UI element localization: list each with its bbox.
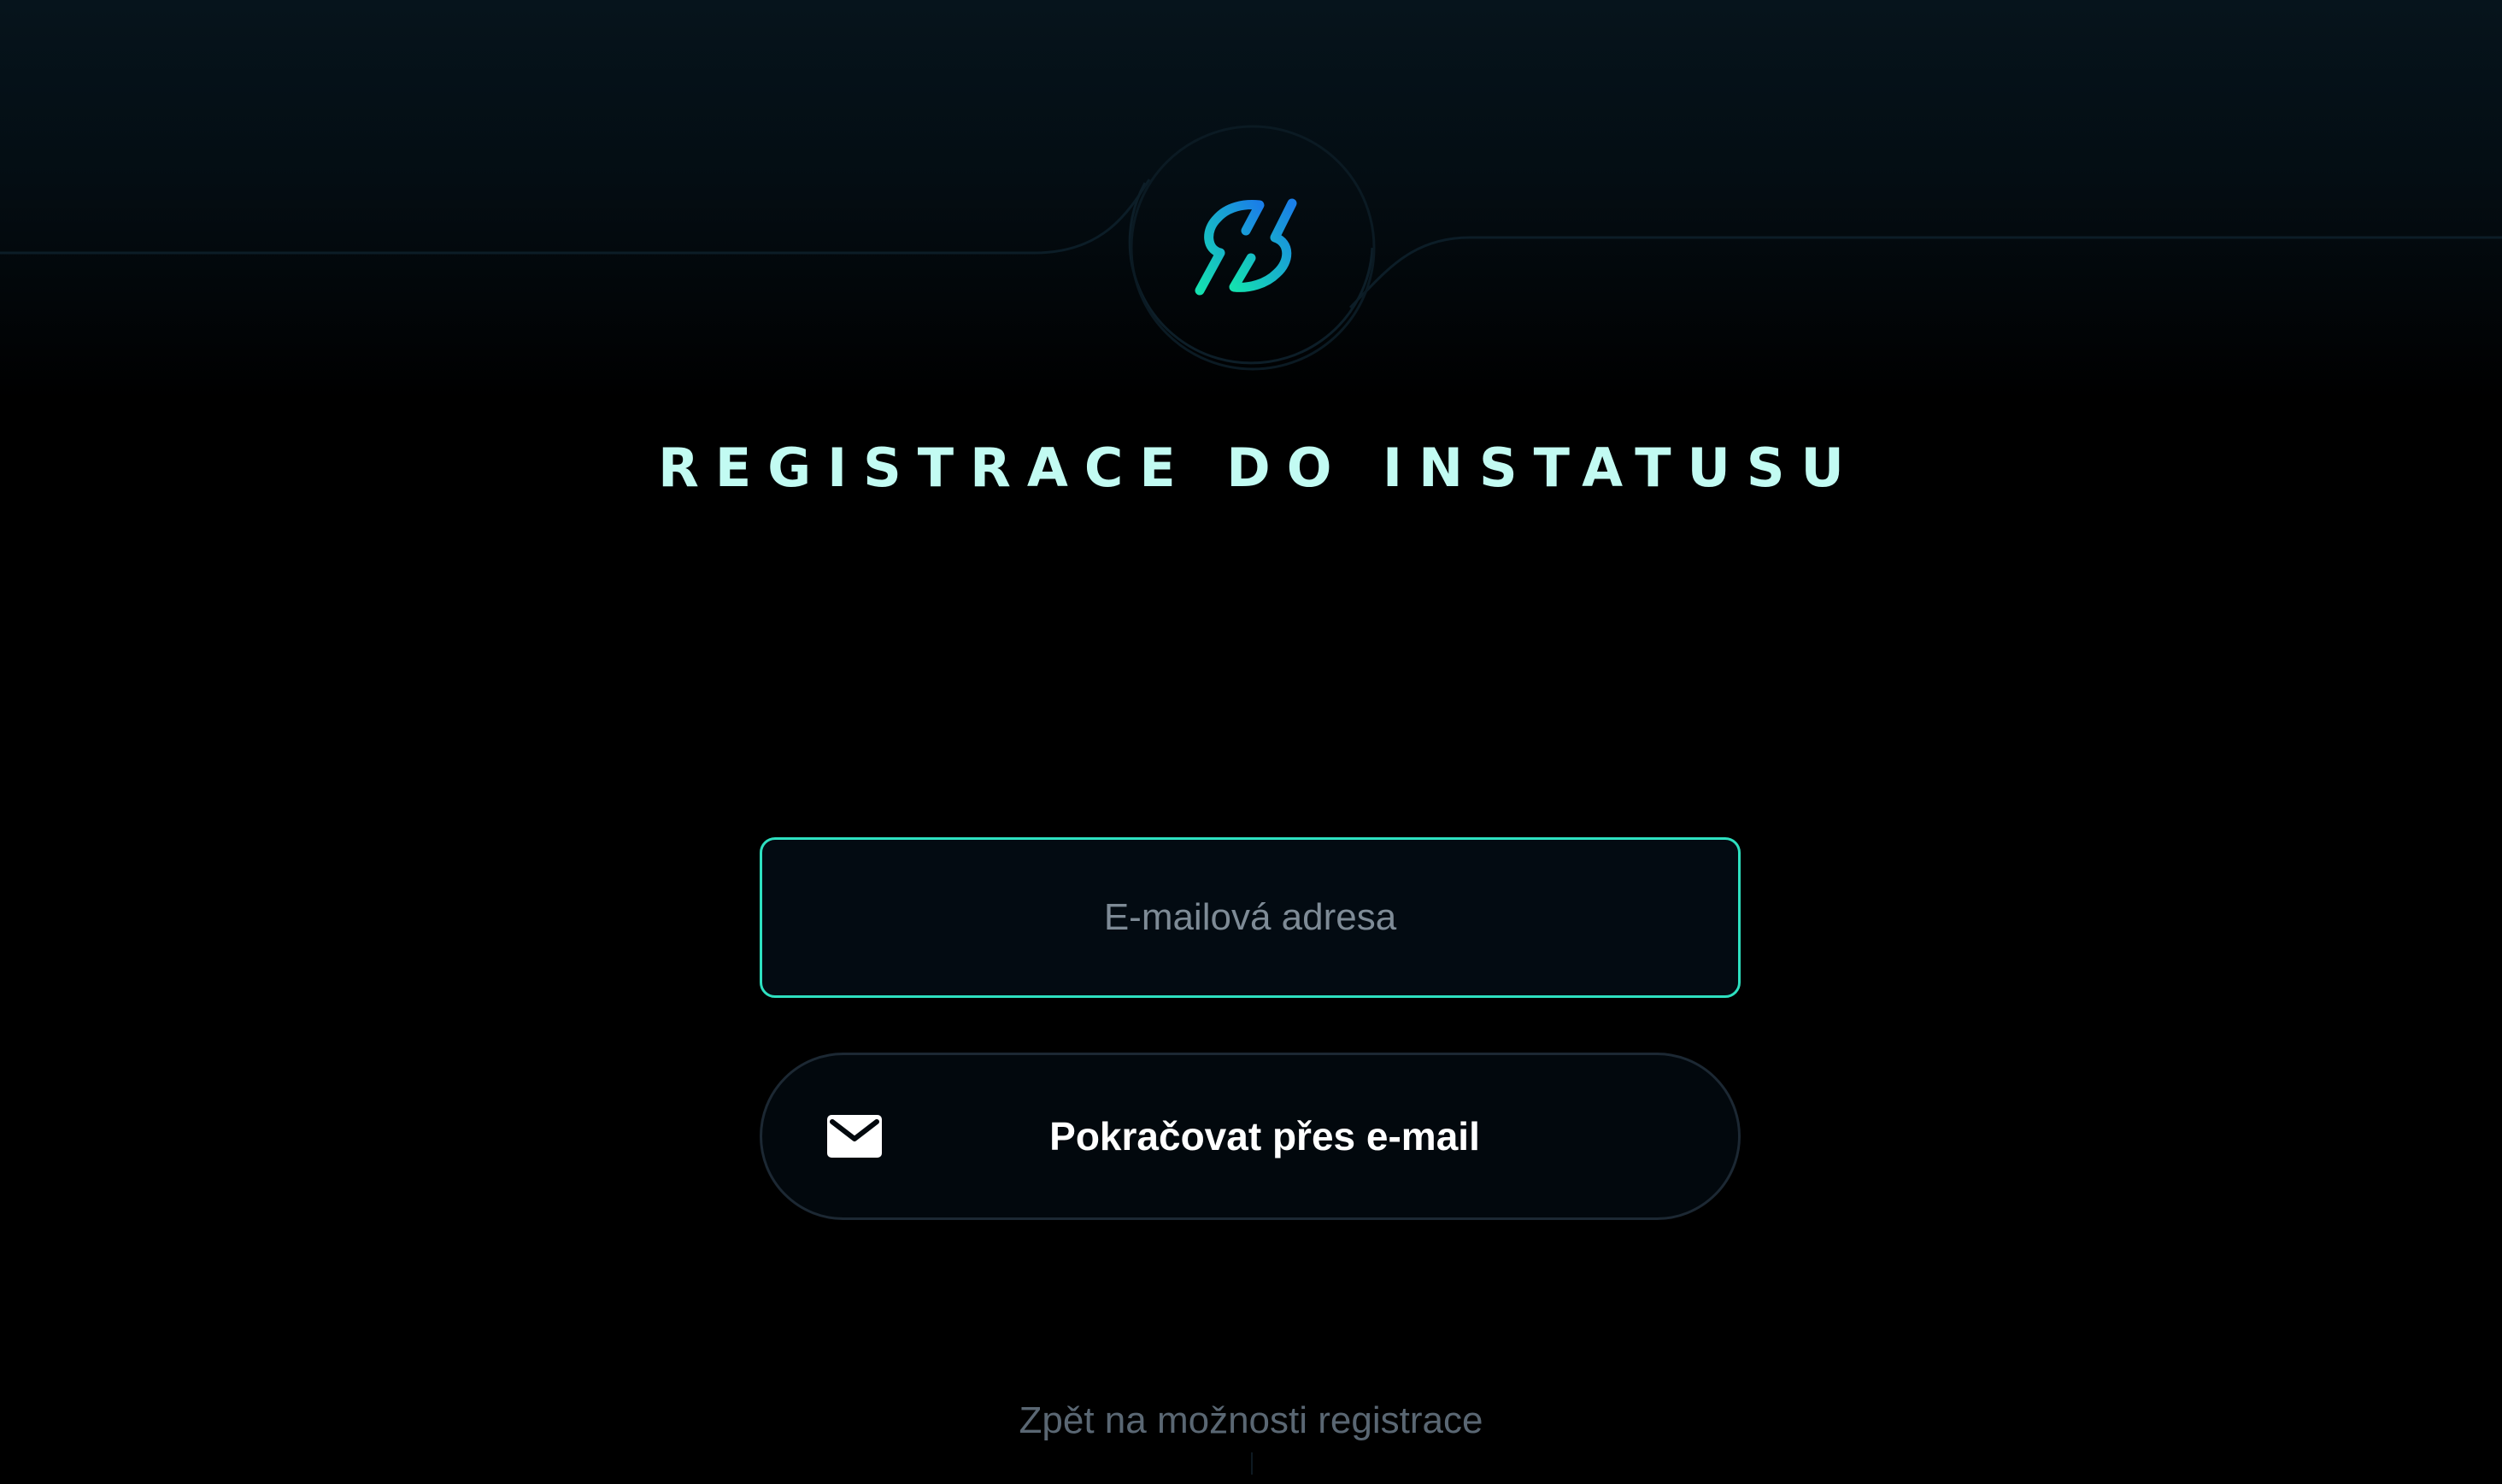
instatus-logo: [1191, 195, 1311, 297]
back-to-registration-options-link[interactable]: Zpět na možnosti registrace: [0, 1391, 2502, 1451]
continue-button-label: Pokračovat přes e-mail: [1049, 1114, 1480, 1158]
instatus-bolt-logo-icon: [1195, 198, 1297, 296]
email-input[interactable]: [762, 839, 1738, 996]
email-field[interactable]: [760, 837, 1741, 998]
page-title: REGISTRACE DO INSTATUSU: [658, 437, 1860, 499]
continue-with-email-button[interactable]: Pokračovat přes e-mail: [760, 1053, 1741, 1220]
divider: [1251, 1452, 1253, 1475]
